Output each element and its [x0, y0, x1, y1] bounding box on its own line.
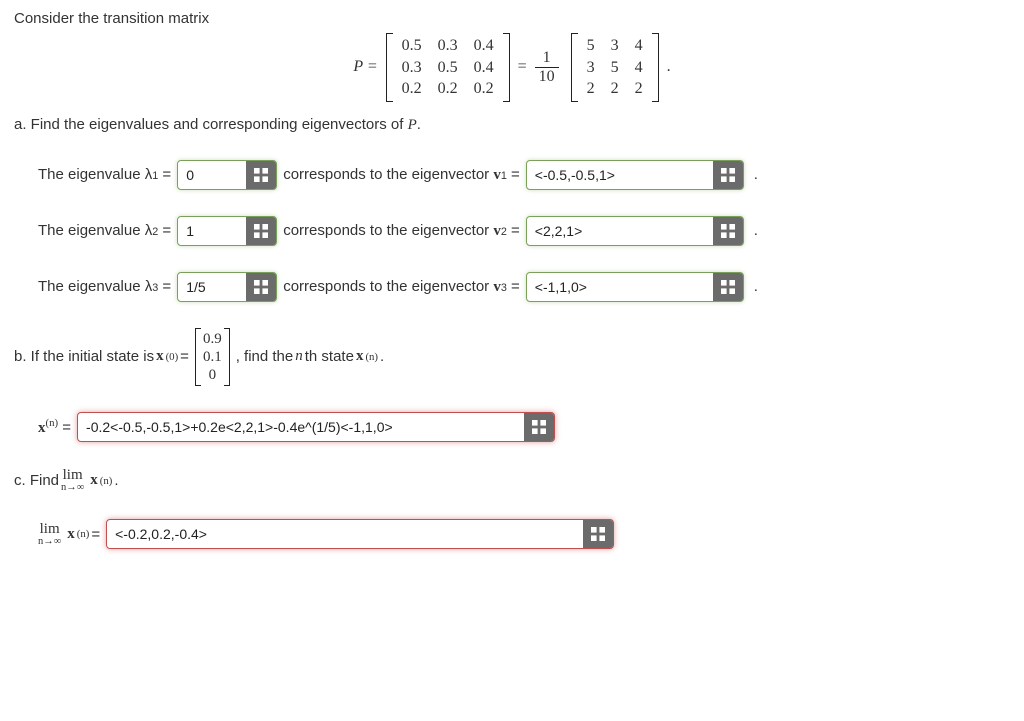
- fraction-1-10: 1 10: [535, 49, 559, 85]
- eigenvector-input-1[interactable]: [527, 161, 713, 189]
- corresponds-text-3: corresponds to the eigenvector v3 =: [283, 278, 520, 296]
- part-a: a. Find the eigenvalues and correspondin…: [14, 116, 1010, 302]
- eigen-row-1: The eigenvalue λ1 = corresponds to the e…: [38, 160, 1010, 190]
- part-c-text: c. Find lim n→∞ x(n).: [14, 468, 1010, 494]
- period-3: .: [754, 278, 758, 295]
- equals-1: =: [518, 58, 527, 76]
- eigenvalue-label-3: The eigenvalue λ3 =: [38, 278, 171, 295]
- grid-icon[interactable]: [713, 161, 743, 189]
- matrix-left: 0.50.30.4 0.30.50.4 0.20.20.2: [386, 33, 510, 102]
- grid-icon[interactable]: [713, 273, 743, 301]
- part-b-answer-wrap: [77, 412, 555, 442]
- corresponds-text-1: corresponds to the eigenvector v1 =: [283, 166, 520, 184]
- corresponds-text-2: corresponds to the eigenvector v2 =: [283, 222, 520, 240]
- period-2: .: [754, 222, 758, 239]
- eigenvalue-input-2-wrap: [177, 216, 277, 246]
- eigenvector-input-2[interactable]: [527, 217, 713, 245]
- grid-icon[interactable]: [246, 217, 276, 245]
- part-b-text: b. If the initial state is x(0) = 0.9 0.…: [14, 328, 1010, 386]
- eigenvalue-input-1[interactable]: [178, 161, 246, 189]
- grid-icon[interactable]: [246, 161, 276, 189]
- eigenvalue-input-2[interactable]: [178, 217, 246, 245]
- eigenvalue-input-3-wrap: [177, 272, 277, 302]
- eigenvalue-label-2: The eigenvalue λ2 =: [38, 222, 171, 239]
- eigenvector-input-3[interactable]: [527, 273, 713, 301]
- grid-icon[interactable]: [246, 273, 276, 301]
- eigenvector-input-3-wrap: [526, 272, 744, 302]
- intro-text: Consider the transition matrix: [14, 10, 1010, 27]
- eigenvalue-label-1: The eigenvalue λ1 =: [38, 166, 171, 183]
- xn-label: x(n) =: [38, 417, 71, 437]
- eigenvalue-input-1-wrap: [177, 160, 277, 190]
- grid-icon[interactable]: [524, 413, 554, 441]
- part-b-answer-row: x(n) =: [38, 412, 1010, 442]
- eigenvector-input-1-wrap: [526, 160, 744, 190]
- period-1: .: [754, 166, 758, 183]
- part-c-answer-input[interactable]: [107, 520, 583, 548]
- grid-icon[interactable]: [583, 520, 613, 548]
- part-a-text: a. Find the eigenvalues and correspondin…: [14, 116, 1010, 134]
- part-c-answer-wrap: [106, 519, 614, 549]
- matrix-right: 534 354 222: [571, 33, 659, 102]
- eigen-row-2: The eigenvalue λ2 = corresponds to the e…: [38, 216, 1010, 246]
- limit-symbol: lim n→∞: [61, 468, 84, 494]
- eigenvalue-input-3[interactable]: [178, 273, 246, 301]
- grid-icon[interactable]: [713, 217, 743, 245]
- initial-state-vector: 0.9 0.1 0: [195, 328, 230, 386]
- matrix-equation: P = 0.50.30.4 0.30.50.4 0.20.20.2 = 1 10…: [14, 33, 1010, 102]
- part-b-answer-input[interactable]: [78, 413, 524, 441]
- limit-xn-label: lim n→∞ x(n) =: [38, 522, 100, 548]
- eigen-row-3: The eigenvalue λ3 = corresponds to the e…: [38, 272, 1010, 302]
- part-c: c. Find lim n→∞ x(n). lim n→∞ x(n) =: [14, 468, 1010, 550]
- part-c-answer-row: lim n→∞ x(n) =: [38, 519, 1010, 549]
- part-b: b. If the initial state is x(0) = 0.9 0.…: [14, 328, 1010, 442]
- period-matrix: .: [667, 58, 671, 76]
- eigenvector-input-2-wrap: [526, 216, 744, 246]
- p-label: P =: [353, 58, 377, 76]
